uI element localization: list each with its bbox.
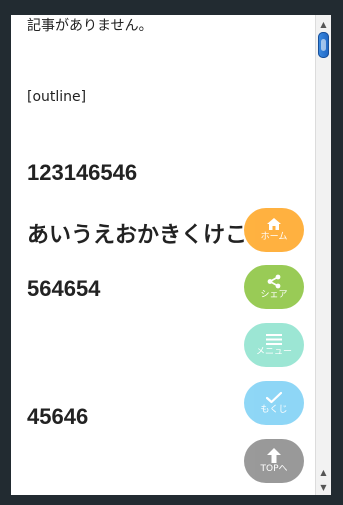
home-label: ホーム: [260, 232, 288, 242]
toc-label: もくじ: [260, 404, 288, 415]
top-button[interactable]: TOPへ: [244, 439, 304, 483]
share-label: シェア: [260, 289, 288, 300]
checkmark-icon: [266, 391, 282, 403]
vertical-scrollbar[interactable]: ▲ ▲ ▼: [315, 15, 331, 495]
scroll-thumb[interactable]: [318, 32, 329, 58]
share-button[interactable]: シェア: [244, 265, 304, 309]
no-articles-text: 記事がありません。: [27, 18, 153, 34]
scroll-up-lower-button[interactable]: ▲: [316, 465, 331, 479]
share-icon: [267, 274, 281, 288]
heading-3: 564654: [27, 276, 101, 301]
heading-4: 45646: [27, 404, 89, 429]
hamburger-icon: [266, 333, 282, 345]
arrow-up-icon: [267, 447, 281, 463]
menu-label: メニュー: [255, 346, 292, 357]
top-label: TOPへ: [260, 463, 288, 474]
scroll-down-button[interactable]: ▼: [316, 480, 331, 494]
article-content: 記事がありません。 [outline] 123146546 あいうえおかきくけこ…: [11, 15, 315, 495]
heading-1: 123146546: [27, 160, 138, 185]
home-icon: [267, 218, 281, 230]
outline-text: [outline]: [27, 89, 87, 105]
heading-2: あいうえおかきくけこ: [27, 222, 248, 247]
scroll-up-button[interactable]: ▲: [316, 17, 331, 31]
menu-button[interactable]: メニュー: [244, 323, 304, 367]
toc-button[interactable]: もくじ: [244, 381, 304, 425]
browser-viewport: 記事がありません。 [outline] 123146546 あいうえおかきくけこ…: [11, 15, 331, 495]
home-button[interactable]: ホーム: [244, 208, 304, 252]
